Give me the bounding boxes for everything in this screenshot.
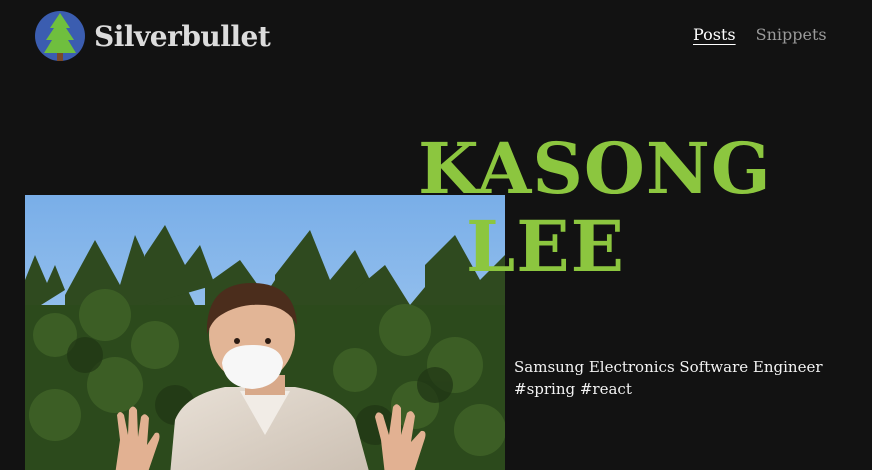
job-title: Samsung Electronics Software Engineer [514,358,823,376]
tags: #spring #react [514,380,632,398]
site-header: Silverbullet Posts Snippets [0,0,872,80]
hero-name-line1: KASONG [418,127,772,210]
hero-name: KASONG LEE [418,130,838,286]
hero-name-line2: LEE [466,205,625,288]
hero-description: Samsung Electronics Software Engineer #s… [514,356,854,400]
main-nav: Posts Snippets [693,25,827,44]
tree-icon [35,11,85,61]
brand-name: Silverbullet [94,19,271,53]
nav-snippets-link[interactable]: Snippets [756,25,827,44]
home-link[interactable]: Silverbullet [34,10,271,62]
nav-posts-link[interactable]: Posts [693,25,736,44]
